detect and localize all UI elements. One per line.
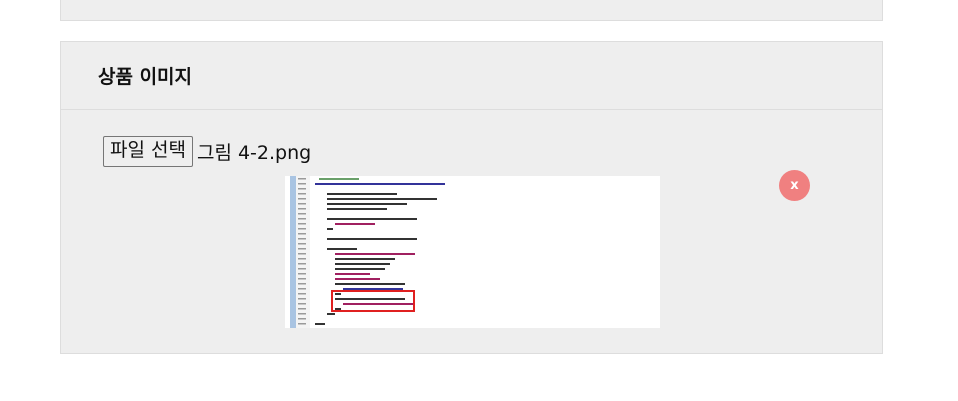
remove-image-button[interactable]: x: [779, 170, 810, 201]
image-preview: [285, 176, 660, 328]
selected-file-name: 그림 4-2.png: [196, 142, 312, 164]
choose-file-button[interactable]: 파일 선택: [103, 136, 193, 167]
product-image-card: 상품 이미지 파일 선택 그림 4-2.png x: [60, 41, 883, 354]
file-input[interactable]: 파일 선택 그림 4-2.png: [103, 136, 311, 167]
previous-section-panel: [60, 0, 883, 21]
card-title: 상품 이미지: [61, 42, 882, 110]
code-screenshot-thumbnail: [285, 176, 660, 328]
